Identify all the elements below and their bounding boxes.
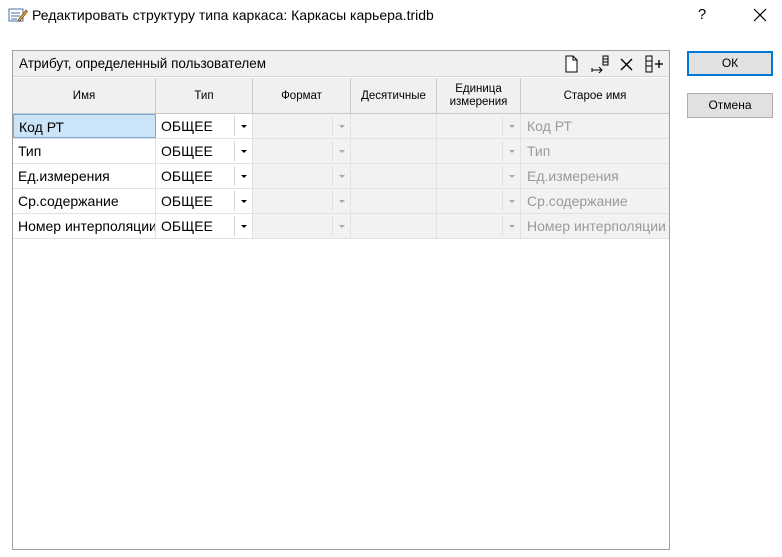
column-header-old-name[interactable]: Старое имя	[521, 78, 669, 114]
unit-dropdown-button[interactable]	[502, 116, 519, 136]
chevron-down-icon	[339, 175, 345, 178]
chevron-down-icon	[509, 150, 515, 153]
cell-old-name: Ед.измерения	[521, 164, 669, 188]
edit-structure-icon	[8, 6, 28, 24]
close-icon	[753, 8, 767, 22]
cell-old-name: Номер интерполяции	[521, 214, 669, 238]
cell-type-value: ОБЩЕЕ	[161, 143, 213, 159]
cell-old-name: Тип	[521, 139, 669, 163]
column-header-unit[interactable]: Единица измерения	[437, 78, 521, 114]
cell-format[interactable]	[253, 139, 351, 163]
cell-unit[interactable]	[437, 214, 521, 238]
format-dropdown-button[interactable]	[332, 116, 349, 136]
chevron-down-icon	[241, 225, 247, 228]
format-dropdown-button[interactable]	[332, 166, 349, 186]
type-dropdown-button[interactable]	[234, 216, 251, 236]
cell-type[interactable]: ОБЩЕЕ	[156, 164, 253, 188]
cell-unit[interactable]	[437, 164, 521, 188]
column-header-unit-line2: измерения	[449, 96, 508, 108]
format-dropdown-button[interactable]	[332, 191, 349, 211]
table-row[interactable]: Тип ОБЩЕЕ Тип	[13, 139, 669, 164]
cell-name[interactable]: Код РТ	[13, 114, 156, 138]
chevron-down-icon	[339, 225, 345, 228]
cell-name[interactable]: Ед.измерения	[13, 164, 156, 188]
column-header-decimals[interactable]: Десятичные	[351, 78, 437, 114]
new-doc-icon[interactable]	[561, 54, 581, 74]
cell-unit[interactable]	[437, 189, 521, 213]
chevron-down-icon	[339, 125, 345, 128]
attributes-panel: Атрибут, определенный пользователем Имя …	[12, 50, 670, 550]
chevron-down-icon	[509, 125, 515, 128]
add-column-icon[interactable]	[644, 54, 664, 74]
chevron-down-icon	[509, 200, 515, 203]
delete-icon[interactable]	[617, 54, 637, 74]
table-row[interactable]: Код РТ ОБЩЕЕ Код РТ	[13, 114, 669, 139]
chevron-down-icon	[509, 175, 515, 178]
table-row[interactable]: Ед.измерения ОБЩЕЕ Ед.измерения	[13, 164, 669, 189]
cell-unit[interactable]	[437, 139, 521, 163]
cell-format[interactable]	[253, 189, 351, 213]
unit-dropdown-button[interactable]	[502, 191, 519, 211]
cell-name[interactable]: Тип	[13, 139, 156, 163]
cell-type-value: ОБЩЕЕ	[161, 168, 213, 184]
panel-header: Атрибут, определенный пользователем	[13, 51, 669, 77]
unit-dropdown-button[interactable]	[502, 141, 519, 161]
title-bar: Редактировать структуру типа каркаса: Ка…	[0, 0, 782, 32]
cell-format[interactable]	[253, 114, 351, 138]
chevron-down-icon	[241, 200, 247, 203]
cell-decimals[interactable]	[351, 189, 437, 213]
unit-dropdown-button[interactable]	[502, 216, 519, 236]
cell-decimals[interactable]	[351, 114, 437, 138]
chevron-down-icon	[241, 175, 247, 178]
cell-decimals[interactable]	[351, 214, 437, 238]
cell-type-value: ОБЩЕЕ	[161, 118, 213, 134]
table-row[interactable]: Ср.содержание ОБЩЕЕ Ср.содержание	[13, 189, 669, 214]
close-button[interactable]	[746, 4, 774, 26]
cell-decimals[interactable]	[351, 164, 437, 188]
cell-old-name: Код РТ	[521, 114, 669, 138]
window-title: Редактировать структуру типа каркаса: Ка…	[32, 7, 434, 23]
type-dropdown-button[interactable]	[234, 166, 251, 186]
insert-row-icon[interactable]	[589, 54, 609, 74]
column-header-format[interactable]: Формат	[253, 78, 351, 114]
chevron-down-icon	[241, 150, 247, 153]
cell-type[interactable]: ОБЩЕЕ	[156, 114, 253, 138]
table-row[interactable]: Номер интерполяции ОБЩЕЕ Номер интерполяци…	[13, 214, 669, 239]
chevron-down-icon	[339, 150, 345, 153]
cell-format[interactable]	[253, 214, 351, 238]
cell-old-name: Ср.содержание	[521, 189, 669, 213]
cell-name[interactable]: Номер интерполяции	[13, 214, 156, 238]
unit-dropdown-button[interactable]	[502, 166, 519, 186]
cell-unit[interactable]	[437, 114, 521, 138]
cancel-button[interactable]: Отмена	[687, 93, 773, 118]
cell-type[interactable]: ОБЩЕЕ	[156, 139, 253, 163]
format-dropdown-button[interactable]	[332, 141, 349, 161]
type-dropdown-button[interactable]	[234, 116, 251, 136]
cell-format[interactable]	[253, 164, 351, 188]
help-button[interactable]: ?	[690, 4, 714, 26]
chevron-down-icon	[509, 225, 515, 228]
cell-type-value: ОБЩЕЕ	[161, 218, 213, 234]
column-header-unit-line1: Единица	[455, 83, 502, 95]
grid-header: Имя Тип Формат Десятичные Единица измере…	[13, 78, 669, 114]
format-dropdown-button[interactable]	[332, 216, 349, 236]
panel-title: Атрибут, определенный пользователем	[19, 56, 267, 71]
cell-decimals[interactable]	[351, 139, 437, 163]
cell-type-value: ОБЩЕЕ	[161, 193, 213, 209]
ok-button[interactable]: ОК	[687, 51, 773, 76]
type-dropdown-button[interactable]	[234, 141, 251, 161]
chevron-down-icon	[339, 200, 345, 203]
type-dropdown-button[interactable]	[234, 191, 251, 211]
column-header-type[interactable]: Тип	[156, 78, 253, 114]
column-header-name[interactable]: Имя	[13, 78, 156, 114]
chevron-down-icon	[241, 125, 247, 128]
cell-name[interactable]: Ср.содержание	[13, 189, 156, 213]
cell-type[interactable]: ОБЩЕЕ	[156, 214, 253, 238]
cell-type[interactable]: ОБЩЕЕ	[156, 189, 253, 213]
